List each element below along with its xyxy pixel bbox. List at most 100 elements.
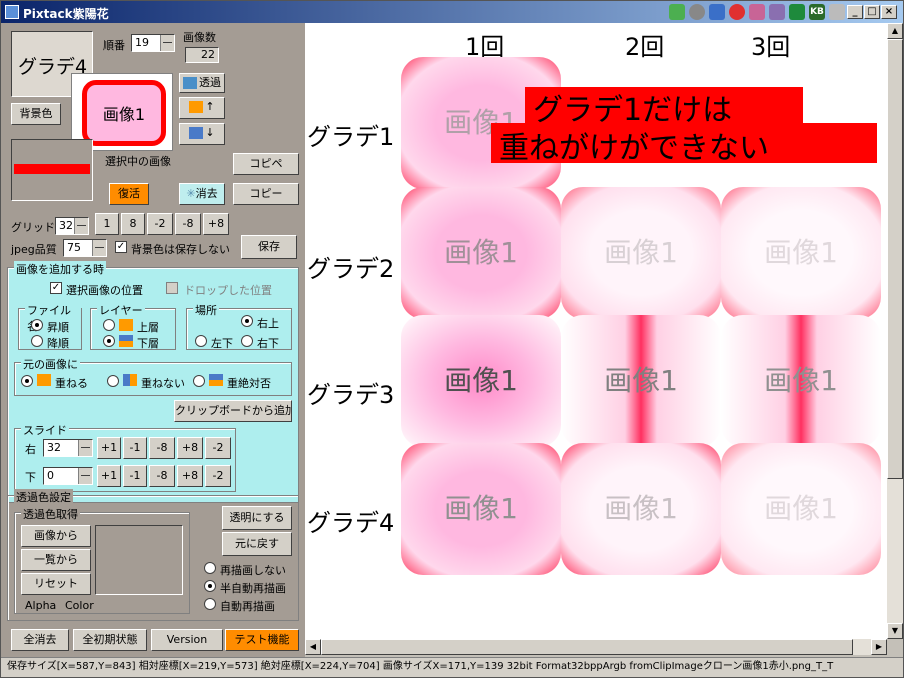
jpeg-spinner[interactable]: 75 xyxy=(63,239,107,257)
grid-btn-8[interactable]: 8 xyxy=(121,213,145,235)
selected-pos-checkbox[interactable]: ✓ xyxy=(50,282,62,294)
vertical-scrollbar[interactable]: ▲ ▼ xyxy=(887,23,903,639)
cell-r4c3[interactable]: 画像1 xyxy=(721,443,881,575)
erase-button[interactable]: ✳消去 xyxy=(179,183,225,205)
never-overlap-radio[interactable] xyxy=(193,375,205,387)
layer-down-icon xyxy=(189,127,204,139)
place-topright-radio[interactable] xyxy=(241,315,253,327)
jpeg-spinner-arrows[interactable] xyxy=(92,240,106,256)
test-features-tab[interactable]: テスト機能 xyxy=(225,629,299,651)
tray-cube-icon[interactable] xyxy=(669,4,685,20)
restore-button[interactable]: 復活 xyxy=(109,183,149,205)
grid-btn-1[interactable]: 1 xyxy=(95,213,119,235)
layer-down-button[interactable]: ↓ xyxy=(179,123,225,145)
overlap-label: 重ねる xyxy=(55,377,88,390)
tray-film-icon[interactable] xyxy=(829,4,845,20)
cell-r4c2[interactable]: 画像1 xyxy=(561,443,721,575)
slide-down-minus1[interactable]: -1 xyxy=(123,465,147,487)
count-label: 画像数 xyxy=(183,31,216,44)
grid-btn-minus2[interactable]: -2 xyxy=(147,213,173,235)
layer-bottom-radio[interactable] xyxy=(103,335,115,347)
bg-nosave-label: 背景色は保存しない xyxy=(131,243,230,256)
filename-desc-radio[interactable] xyxy=(31,335,43,347)
tray-excel-icon[interactable] xyxy=(789,4,805,20)
slide-right-minus2[interactable]: -2 xyxy=(205,437,231,459)
grid-spinner[interactable]: 32 xyxy=(55,217,89,235)
order-spinner-arrows[interactable] xyxy=(160,35,174,51)
layer-bottom-icon xyxy=(119,335,133,347)
initial-state-tab[interactable]: 全初期状態 xyxy=(73,629,147,651)
make-transparent-button[interactable]: 透明にする xyxy=(222,506,292,530)
tray-tool-icon[interactable] xyxy=(769,4,785,20)
grid-spinner-arrows[interactable] xyxy=(74,218,88,234)
tray-eye-icon[interactable] xyxy=(689,4,705,20)
slide-down-plus8[interactable]: +8 xyxy=(177,465,203,487)
place-bottomleft-radio[interactable] xyxy=(195,335,207,347)
bg-nosave-checkbox[interactable]: ✓ xyxy=(115,241,127,253)
slide-right-spinner[interactable]: 32 xyxy=(43,439,93,457)
bg-color-button[interactable]: 背景色 xyxy=(11,103,61,125)
cell-r2c3[interactable]: 画像1 xyxy=(721,187,881,319)
revert-button[interactable]: 元に戻す xyxy=(222,532,292,556)
filename-asc-radio[interactable] xyxy=(31,319,43,331)
scroll-left-button[interactable]: ◀ xyxy=(305,639,321,655)
cell-r4c1[interactable]: 画像1 xyxy=(401,443,561,575)
tray-kb-icon[interactable]: KB xyxy=(809,4,825,20)
slide-right-minus8[interactable]: -8 xyxy=(149,437,175,459)
scroll-down-button[interactable]: ▼ xyxy=(887,623,903,639)
slide-down-plus1[interactable]: +1 xyxy=(97,465,121,487)
order-spinner[interactable]: 19 xyxy=(131,34,175,52)
redraw-none-radio[interactable] xyxy=(204,562,216,574)
horizontal-scrollbar[interactable]: ◀ ▶ xyxy=(305,639,887,655)
version-tab[interactable]: Version xyxy=(151,629,223,651)
slide-right-plus8[interactable]: +8 xyxy=(177,437,203,459)
tray-arrow-icon[interactable] xyxy=(749,4,765,20)
save-button[interactable]: 保存 xyxy=(241,235,297,259)
minimize-button[interactable]: _ xyxy=(847,5,863,19)
copy-paste-button[interactable]: コピペ xyxy=(233,153,299,175)
cell-r2c2[interactable]: 画像1 xyxy=(561,187,721,319)
cell-r3c1[interactable]: 画像1 xyxy=(401,315,561,447)
slide-right-plus1[interactable]: +1 xyxy=(97,437,121,459)
drop-pos-checkbox[interactable] xyxy=(166,282,178,294)
image-canvas[interactable]: 1回 2回 3回 グラデ1 グラデ2 グラデ3 グラデ4 画像1 画像1 画像1… xyxy=(305,23,887,639)
slide-down-minus8[interactable]: -8 xyxy=(149,465,175,487)
transparent-button[interactable]: 透過 xyxy=(179,73,225,93)
layer-up-button[interactable]: ↑ xyxy=(179,97,225,119)
slide-down-spinner[interactable]: 0 xyxy=(43,467,93,485)
scroll-right-button[interactable]: ▶ xyxy=(871,639,887,655)
slide-right-arrows[interactable] xyxy=(78,440,92,456)
close-button[interactable]: × xyxy=(881,5,897,19)
horizontal-scroll-thumb[interactable] xyxy=(321,639,853,655)
cell-r3c3[interactable]: 画像1 xyxy=(721,315,881,447)
from-list-button[interactable]: 一覧から xyxy=(21,549,91,571)
slide-right-minus1[interactable]: -1 xyxy=(123,437,147,459)
copy-button[interactable]: コピー xyxy=(233,183,299,205)
from-image-button[interactable]: 画像から xyxy=(21,525,91,547)
redraw-semi-radio[interactable] xyxy=(204,580,216,592)
redraw-auto-radio[interactable] xyxy=(204,598,216,610)
slide-group-title: スライド xyxy=(21,422,69,438)
sparkle-icon: ✳ xyxy=(186,187,196,200)
vertical-scroll-thumb[interactable] xyxy=(887,39,903,479)
cell-r3c2[interactable]: 画像1 xyxy=(561,315,721,447)
overlap-radio[interactable] xyxy=(21,375,33,387)
clear-all-tab[interactable]: 全消去 xyxy=(11,629,69,651)
slide-down-minus2[interactable]: -2 xyxy=(205,465,231,487)
scroll-up-button[interactable]: ▲ xyxy=(887,23,903,39)
title-bar[interactable]: Pixtack紫陽花 KB _ □ × xyxy=(1,1,903,23)
grid-btn-minus8[interactable]: -8 xyxy=(175,213,201,235)
no-overlap-radio[interactable] xyxy=(107,375,119,387)
tray-monitor-icon[interactable] xyxy=(709,4,725,20)
layer-top-radio[interactable] xyxy=(103,319,115,331)
bg-color-swatch[interactable] xyxy=(11,139,93,201)
reset-button[interactable]: リセット xyxy=(21,573,91,595)
slide-down-arrows[interactable] xyxy=(78,468,92,484)
status-bar: 保存サイズ[X=587,Y=843] 相対座標[X=219,Y=573] 絶対座… xyxy=(1,657,903,677)
grid-btn-plus8[interactable]: +8 xyxy=(203,213,229,235)
cell-r2c1[interactable]: 画像1 xyxy=(401,187,561,319)
place-bottomright-radio[interactable] xyxy=(241,335,253,347)
tray-face-icon[interactable] xyxy=(729,4,745,20)
maximize-button[interactable]: □ xyxy=(864,5,880,19)
add-from-clipboard-button[interactable]: クリップボードから追加 xyxy=(174,400,292,422)
